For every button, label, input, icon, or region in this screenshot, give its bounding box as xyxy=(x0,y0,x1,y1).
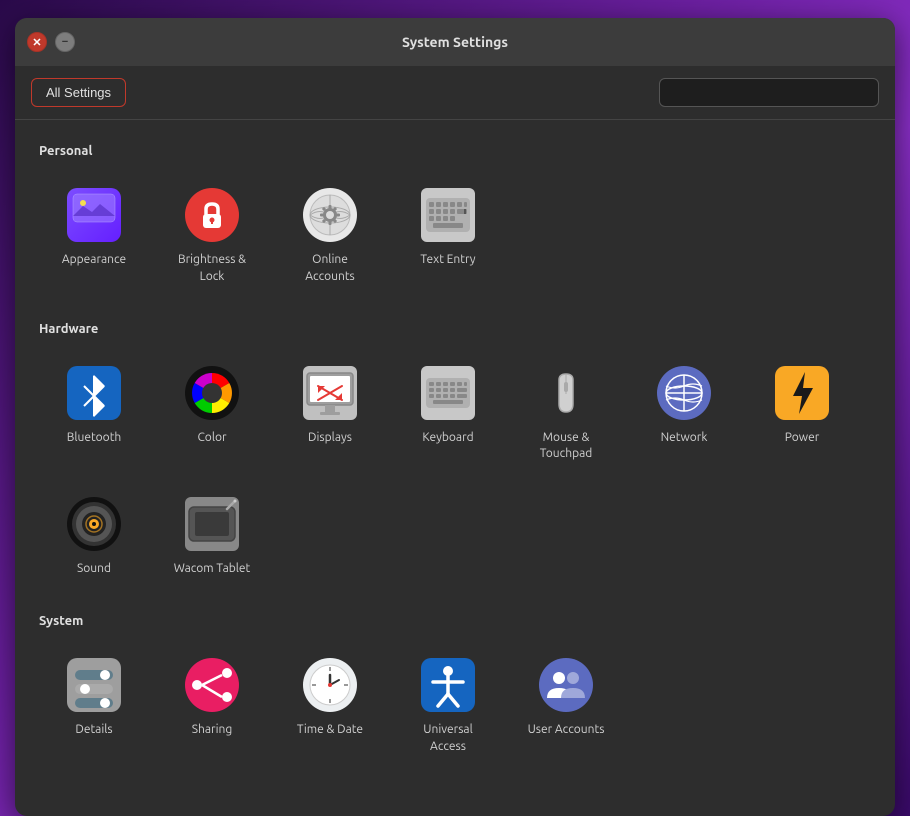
time-date-icon xyxy=(301,656,359,714)
displays-icon xyxy=(301,364,359,422)
sidebar-item-details[interactable]: Details xyxy=(39,644,149,768)
all-settings-button[interactable]: All Settings xyxy=(31,78,126,107)
hardware-section: Hardware Bluetooth xyxy=(39,322,871,590)
sidebar-item-displays[interactable]: Displays xyxy=(275,352,385,476)
universal-access-icon xyxy=(419,656,477,714)
sidebar-item-bluetooth[interactable]: Bluetooth xyxy=(39,352,149,476)
sharing-icon xyxy=(183,656,241,714)
details-icon xyxy=(65,656,123,714)
time-date-label: Time & Date xyxy=(297,722,363,739)
appearance-label: Appearance xyxy=(62,252,126,269)
main-window: ✕ − System Settings All Settings Persona… xyxy=(15,18,895,816)
sidebar-item-color[interactable]: Color xyxy=(157,352,267,476)
bluetooth-label: Bluetooth xyxy=(67,430,122,447)
window-title: System Settings xyxy=(402,34,508,50)
search-input[interactable] xyxy=(659,78,879,107)
sidebar-item-sharing[interactable]: Sharing xyxy=(157,644,267,768)
system-grid: Details S xyxy=(39,644,871,768)
user-accounts-icon xyxy=(537,656,595,714)
wacom-tablet-label: Wacom Tablet xyxy=(174,561,251,578)
keyboard-label: Keyboard xyxy=(422,430,473,447)
appearance-icon xyxy=(65,186,123,244)
displays-label: Displays xyxy=(308,430,352,447)
sidebar-item-network[interactable]: Network xyxy=(629,352,739,476)
mouse-touchpad-label: Mouse &Touchpad xyxy=(540,430,593,464)
brightness-lock-label: Brightness &Lock xyxy=(178,252,246,286)
online-accounts-label: OnlineAccounts xyxy=(305,252,355,286)
sidebar-item-text-entry[interactable]: Text Entry xyxy=(393,174,503,298)
network-icon xyxy=(655,364,713,422)
sidebar-item-brightness-lock[interactable]: Brightness &Lock xyxy=(157,174,267,298)
sharing-label: Sharing xyxy=(192,722,233,739)
wacom-tablet-icon xyxy=(183,495,241,553)
sidebar-item-universal-access[interactable]: UniversalAccess xyxy=(393,644,503,768)
sound-label: Sound xyxy=(77,561,111,578)
window-controls: ✕ − xyxy=(27,32,75,52)
system-section-title: System xyxy=(39,614,871,628)
bluetooth-icon xyxy=(65,364,123,422)
sidebar-item-user-accounts[interactable]: User Accounts xyxy=(511,644,621,768)
sidebar-item-sound[interactable]: Sound xyxy=(39,483,149,590)
content-area: Personal xyxy=(15,120,895,816)
text-entry-label: Text Entry xyxy=(420,252,475,269)
sidebar-item-online-accounts[interactable]: OnlineAccounts xyxy=(275,174,385,298)
sound-icon xyxy=(65,495,123,553)
text-entry-icon xyxy=(419,186,477,244)
personal-grid: Appearance xyxy=(39,174,871,298)
universal-access-label: UniversalAccess xyxy=(423,722,472,756)
personal-section-title: Personal xyxy=(39,144,871,158)
hardware-grid: Bluetooth xyxy=(39,352,871,590)
sidebar-item-power[interactable]: Power xyxy=(747,352,857,476)
details-label: Details xyxy=(75,722,112,739)
personal-section: Personal xyxy=(39,144,871,298)
search-wrapper xyxy=(659,78,879,107)
online-accounts-icon xyxy=(301,186,359,244)
user-accounts-label: User Accounts xyxy=(528,722,605,739)
color-label: Color xyxy=(197,430,226,447)
hardware-section-title: Hardware xyxy=(39,322,871,336)
brightness-lock-icon xyxy=(183,186,241,244)
sidebar-item-appearance[interactable]: Appearance xyxy=(39,174,149,298)
sidebar-item-time-date[interactable]: Time & Date xyxy=(275,644,385,768)
network-label: Network xyxy=(661,430,708,447)
power-label: Power xyxy=(785,430,820,447)
mouse-touchpad-icon xyxy=(537,364,595,422)
titlebar: ✕ − System Settings xyxy=(15,18,895,66)
minimize-button[interactable]: − xyxy=(55,32,75,52)
system-section: System xyxy=(39,614,871,768)
sidebar-item-mouse-touchpad[interactable]: Mouse &Touchpad xyxy=(511,352,621,476)
color-icon xyxy=(183,364,241,422)
sidebar-item-keyboard[interactable]: Keyboard xyxy=(393,352,503,476)
close-button[interactable]: ✕ xyxy=(27,32,47,52)
sidebar-item-wacom-tablet[interactable]: Wacom Tablet xyxy=(157,483,267,590)
keyboard-icon xyxy=(419,364,477,422)
power-icon xyxy=(773,364,831,422)
toolbar: All Settings xyxy=(15,66,895,120)
